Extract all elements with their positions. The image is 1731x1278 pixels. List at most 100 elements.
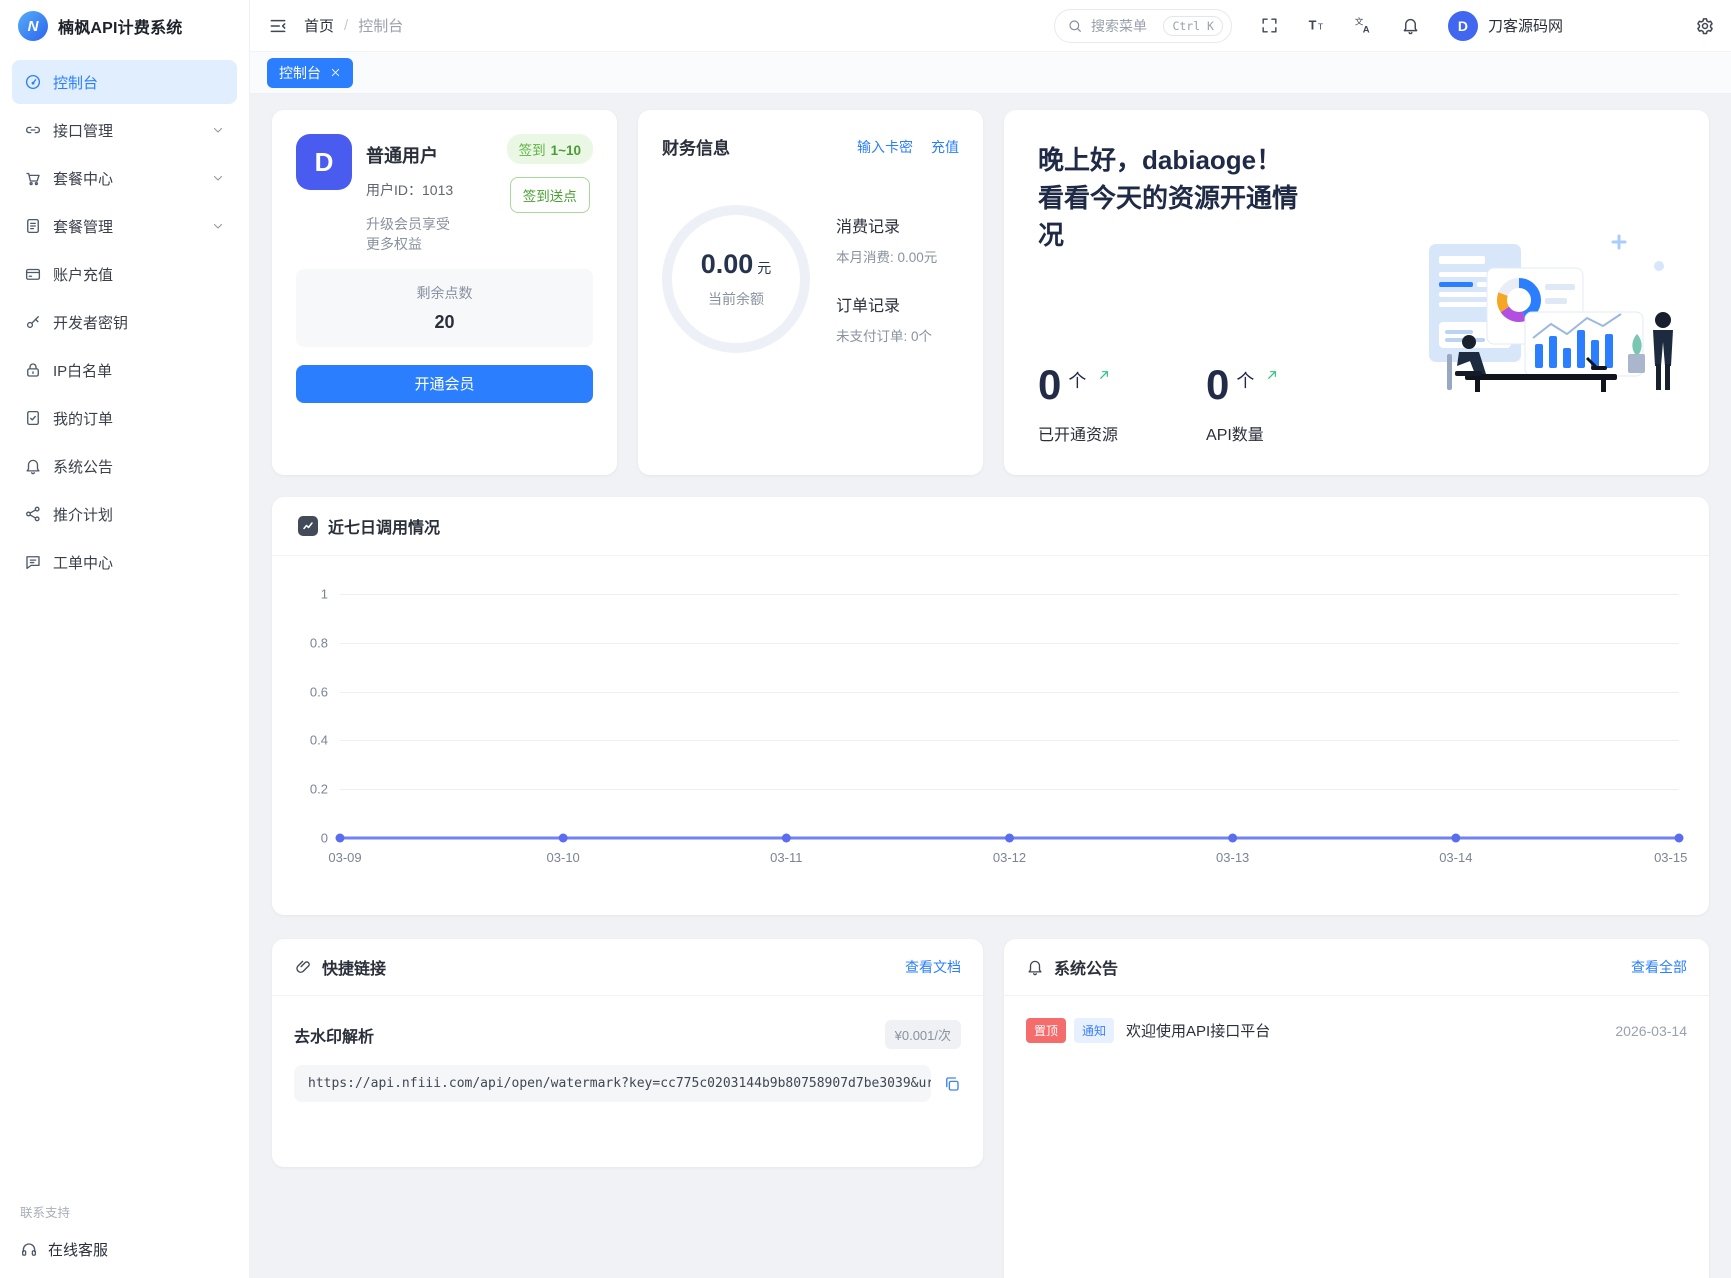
sidebar-item-api-manage[interactable]: 接口管理	[12, 108, 237, 152]
chart-plot: 0 0.2 0.4 0.6 0.8 1 03-09 03-10 03-11 03-12 03-13 0…	[298, 582, 1687, 884]
svg-text:T: T	[1318, 21, 1324, 31]
announcement-title: 系统公告	[1054, 961, 1119, 978]
view-docs-link[interactable]: 查看文档	[905, 957, 961, 977]
link-icon	[294, 958, 312, 976]
notice-badge: 通知	[1074, 1018, 1115, 1043]
notification-bell-icon[interactable]	[1401, 16, 1420, 35]
header-actions: 搜索菜单 Ctrl K TT 文A D 刀客源码网	[1053, 8, 1563, 43]
api-manage-icon	[24, 121, 42, 139]
stat-block: 0 个已开通资源	[1038, 364, 1118, 445]
referral-plan-icon	[24, 505, 42, 523]
recharge-link[interactable]: 充值	[931, 137, 959, 157]
chart-line-series	[335, 833, 1684, 843]
breadcrumb-home[interactable]: 首页	[304, 15, 334, 36]
balance-value: 0.00	[700, 249, 754, 279]
balance-unit: 元	[757, 260, 772, 276]
enter-card-key-link[interactable]: 输入卡密	[857, 137, 913, 157]
fullscreen-icon[interactable]	[1260, 16, 1279, 35]
sidebar-item-package-manage[interactable]: 套餐管理	[12, 204, 237, 248]
finance-record[interactable]: 订单记录 未支付订单: 0个	[836, 292, 937, 345]
quick-link-url-field[interactable]: https://api.nfiii.com/api/open/watermark…	[294, 1065, 931, 1102]
balance-label: 当前余额	[708, 291, 764, 307]
illustration	[1429, 234, 1673, 392]
app-logo-icon: N	[18, 11, 48, 41]
user-menu[interactable]: D 刀客源码网	[1447, 10, 1563, 41]
finance-record-desc: 未支付订单: 0个	[836, 329, 933, 344]
translate-icon[interactable]: 文A	[1354, 16, 1373, 35]
sidebar-item-label: 工单中心	[53, 554, 114, 572]
sidebar-item-my-orders[interactable]: 我的订单	[12, 396, 237, 440]
search-input[interactable]: 搜索菜单 Ctrl K	[1053, 8, 1232, 43]
sidebar-collapse-icon[interactable]	[268, 16, 288, 36]
sidebar-item-dashboard[interactable]: 控制台	[12, 60, 237, 104]
announcement-row[interactable]: 置顶 通知 欢迎使用API接口平台 2026-03-14	[1026, 1018, 1687, 1043]
settings-gear-icon[interactable]	[1695, 16, 1715, 36]
tab-label: 控制台	[279, 64, 321, 81]
finance-record[interactable]: 消费记录 本月消费: 0.00元	[836, 213, 937, 266]
stat-value: 0	[1206, 361, 1230, 408]
search-placeholder: 搜索菜单	[1090, 17, 1147, 34]
package-center-icon	[24, 169, 42, 187]
balance-ring: 0.00 元 当前余额	[662, 205, 810, 353]
sidebar-item-referral-plan[interactable]: 推介计划	[12, 492, 237, 536]
chart-x-tick: 03-11	[770, 850, 803, 865]
quick-link-name: 去水印解析	[294, 1028, 375, 1046]
announcement-list: 置顶 通知 欢迎使用API接口平台 2026-03-14	[1004, 996, 1709, 1065]
view-all-link[interactable]: 查看全部	[1631, 957, 1687, 977]
online-support-label: 在线客服	[48, 1242, 109, 1259]
chart-icon	[298, 516, 318, 536]
announcement-date: 2026-03-14	[1615, 1022, 1687, 1039]
chart-y-tick: 1	[320, 586, 328, 602]
finance-records: 消费记录 本月消费: 0.00元 订单记录 未支付订单: 0个	[836, 213, 937, 345]
sidebar-item-label: 推介计划	[53, 506, 114, 524]
arrow-up-right-icon	[1264, 367, 1280, 383]
breadcrumb-separator: /	[344, 17, 349, 34]
greeting-card: 晚上好，dabiaoge！看看今天的资源开通情况 0 个已开通资源 0 个 API数量	[1004, 110, 1709, 475]
quick-links-title: 快捷链接	[322, 961, 387, 978]
copy-icon[interactable]	[943, 1075, 961, 1093]
font-size-icon[interactable]: TT	[1307, 16, 1326, 35]
developer-key-icon	[24, 313, 42, 331]
my-orders-icon	[24, 409, 42, 427]
announcement-text: 欢迎使用API接口平台	[1126, 1023, 1271, 1040]
sidebar-item-account-recharge[interactable]: 账户充值	[12, 252, 237, 296]
announcement-card: 系统公告 查看全部 置顶 通知 欢迎使用API接口平台 2026-03-14	[1004, 939, 1709, 1278]
bell-icon	[1026, 958, 1044, 976]
chart-y-tick: 0.2	[309, 781, 328, 797]
headset-icon	[20, 1241, 38, 1259]
top-header: 首页 / 控制台 搜索菜单 Ctrl K TT 文A D 刀客源码网	[250, 0, 1731, 52]
chart-y-tick: 0.4	[309, 732, 328, 748]
sidebar: N 楠枫API计费系统 控制台接口管理 套餐中心 套餐管理账户充值开发者密钥 IP白名…	[0, 0, 250, 1278]
chart-y-tick: 0.8	[309, 635, 328, 651]
main-content: D 普通用户 用户ID：1013 升级会员享受更多权益 签到 1~10 签到送点 …	[250, 94, 1731, 1278]
dashboard-icon	[24, 73, 42, 91]
signin-button[interactable]: 签到送点	[509, 177, 590, 213]
tab-bar: 控制台	[250, 52, 1731, 94]
sidebar-item-ticket-center[interactable]: 工单中心	[12, 540, 237, 584]
online-support-link[interactable]: 在线客服	[20, 1239, 229, 1260]
user-role: 普通用户	[366, 146, 438, 166]
sidebar-item-ip-whitelist[interactable]: IP白名单	[12, 348, 237, 392]
sidebar-item-label: 控制台	[53, 74, 99, 92]
chart-x-tick: 03-14	[1439, 850, 1473, 865]
svg-text:A: A	[1363, 25, 1370, 35]
close-icon[interactable]	[330, 67, 341, 78]
chart-y-tick: 0	[320, 830, 328, 846]
stat-label: 已开通资源	[1038, 427, 1119, 444]
chart-title: 近七日调用情况	[328, 520, 441, 537]
open-membership-button[interactable]: 开通会员	[296, 364, 593, 403]
sidebar-item-developer-key[interactable]: 开发者密钥	[12, 300, 237, 344]
sidebar-item-package-center[interactable]: 套餐中心	[12, 156, 237, 200]
sidebar-item-system-announcement[interactable]: 系统公告	[12, 444, 237, 488]
quick-link-price-badge: ¥0.001/次	[884, 1020, 961, 1049]
signin-badge-prefix: 签到	[518, 143, 546, 158]
points-label: 剩余点数	[416, 284, 473, 301]
points-value: 20	[434, 311, 455, 332]
sidebar-item-label: 账户充值	[53, 266, 114, 284]
stat-label: API数量	[1206, 427, 1264, 444]
search-icon	[1067, 18, 1083, 34]
chart-y-tick: 0.6	[309, 684, 328, 700]
tab-dashboard[interactable]: 控制台	[267, 57, 353, 88]
brand[interactable]: N 楠枫API计费系统	[0, 0, 249, 52]
signin-badge-range: 1~10	[550, 143, 581, 158]
